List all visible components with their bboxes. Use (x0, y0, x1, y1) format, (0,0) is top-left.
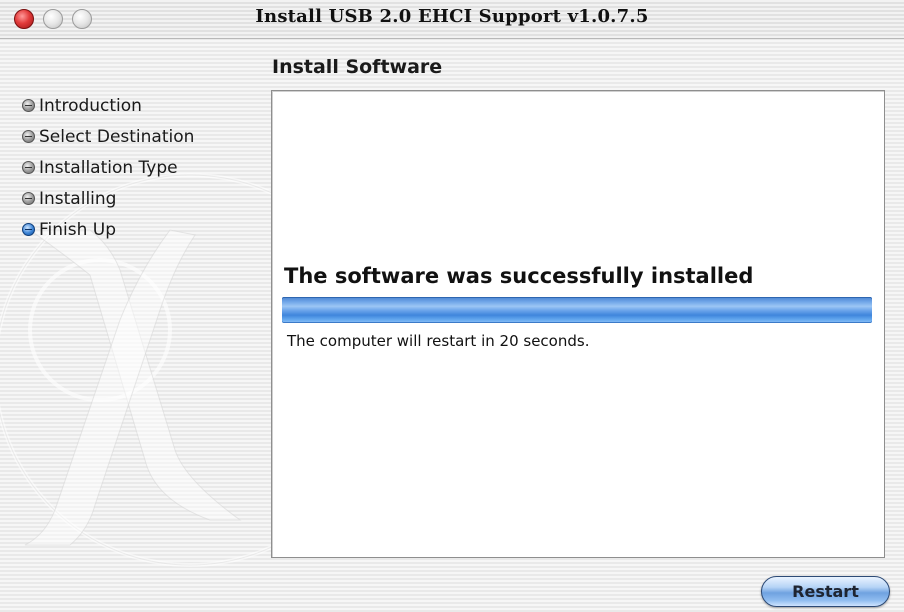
section-title: Install Software (272, 56, 443, 78)
step-label: Select Destination (39, 126, 195, 147)
progress-bar (282, 297, 872, 323)
step-bullet-icon (22, 192, 35, 205)
step-introduction: Introduction (22, 90, 194, 121)
installer-window: Install USB 2.0 EHCI Support v1.0.7.5 In… (0, 0, 904, 612)
step-bullet-icon (22, 161, 35, 174)
window-title: Install USB 2.0 EHCI Support v1.0.7.5 (255, 6, 649, 27)
step-bullet-icon (22, 130, 35, 143)
step-label: Introduction (39, 95, 142, 116)
success-heading: The software was successfully installed (284, 264, 754, 288)
step-installation-type: Installation Type (22, 152, 194, 183)
step-bullet-icon (22, 99, 35, 112)
installer-steps-list: Introduction Select Destination Installa… (22, 90, 194, 245)
restart-button[interactable]: Restart (761, 576, 890, 607)
restart-countdown-message: The computer will restart in 20 seconds. (287, 332, 590, 350)
step-finish-up: Finish Up (22, 214, 194, 245)
step-label: Installation Type (39, 157, 178, 178)
step-bullet-active-icon (22, 223, 35, 236)
step-installing: Installing (22, 183, 194, 214)
step-select-destination: Select Destination (22, 121, 194, 152)
content-panel: The software was successfully installed … (271, 90, 885, 558)
title-bar[interactable]: Install USB 2.0 EHCI Support v1.0.7.5 (0, 0, 904, 39)
step-label: Installing (39, 188, 117, 209)
step-label: Finish Up (39, 219, 117, 240)
